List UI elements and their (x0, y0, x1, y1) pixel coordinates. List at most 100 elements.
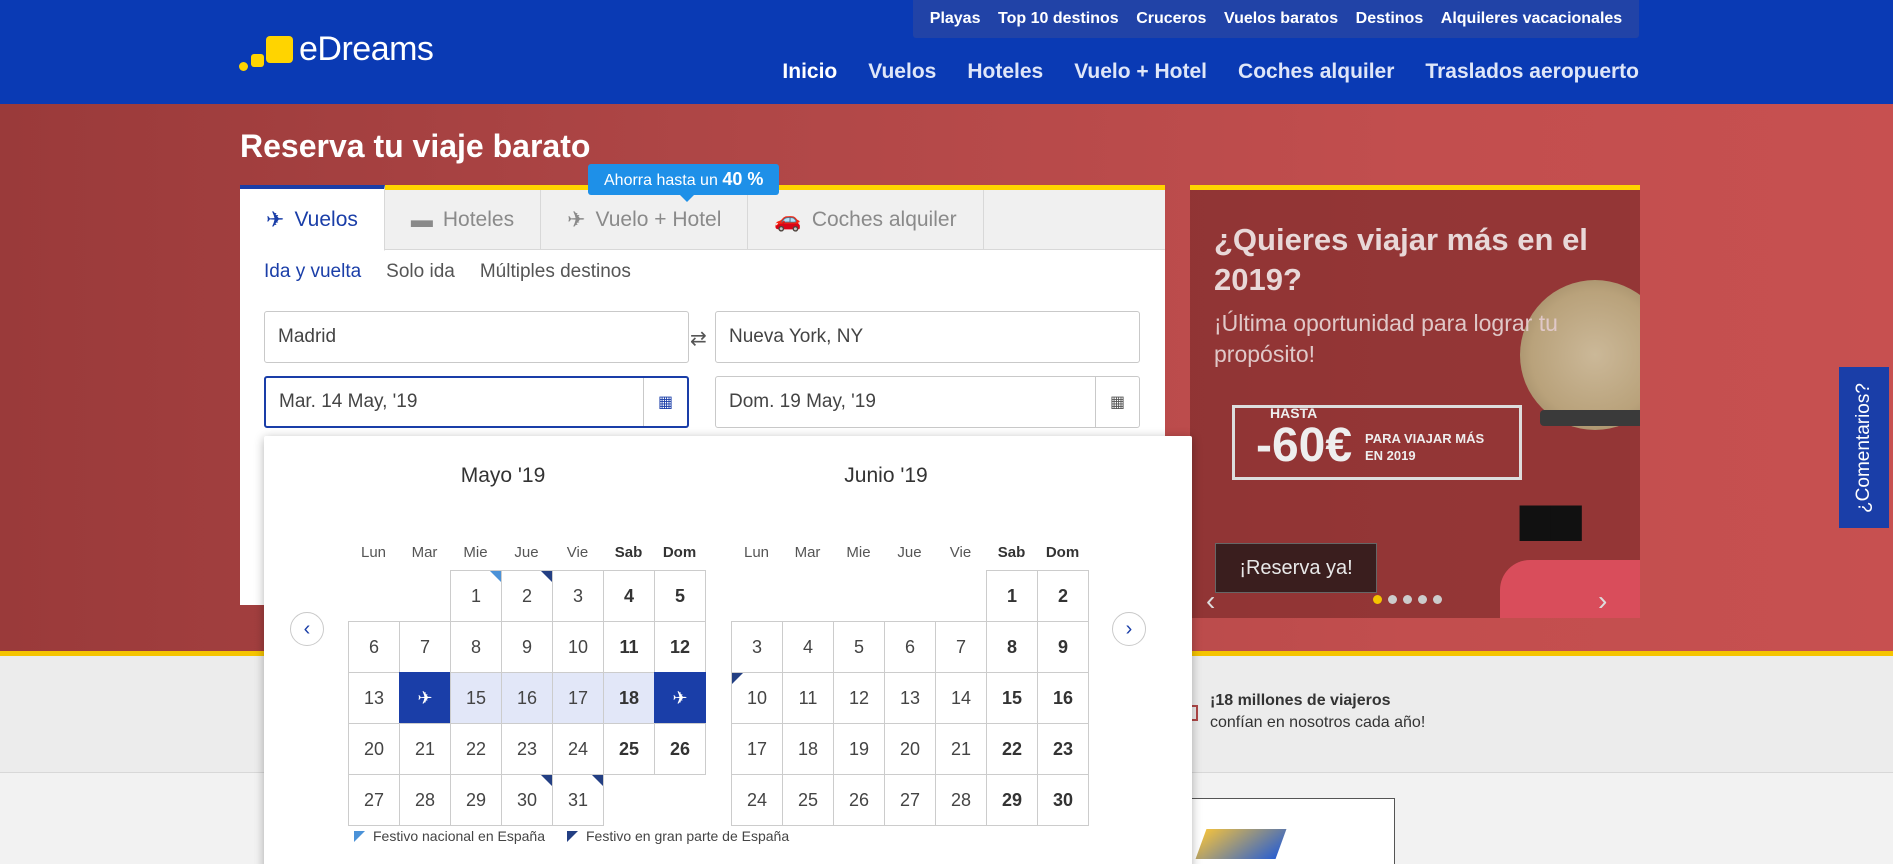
calendar-day[interactable]: 23 (501, 723, 553, 775)
calendar-day[interactable]: 23 (1037, 723, 1089, 775)
calendar-day[interactable]: 10 (731, 672, 783, 724)
calendar-day[interactable]: 28 (399, 774, 451, 826)
calendar-day[interactable]: 30 (1037, 774, 1089, 826)
calendar-day[interactable]: 16 (501, 672, 553, 724)
calendar-day[interactable]: 10 (552, 621, 604, 673)
calendar-day[interactable]: 14 (935, 672, 987, 724)
calendar-day[interactable]: 27 (884, 774, 936, 826)
calendar-day[interactable]: 1 (986, 570, 1038, 622)
calendar-icon[interactable]: ▦ (1095, 377, 1139, 427)
tab-vuelos[interactable]: ✈ Vuelos (240, 185, 385, 251)
tab-vuelo-hotel[interactable]: ✈ Vuelo + Hotel (541, 190, 749, 250)
calendar-day[interactable]: 8 (450, 621, 502, 673)
calendar-day[interactable]: 30 (501, 774, 553, 826)
carousel-dot[interactable] (1418, 595, 1427, 604)
trip-oneway[interactable]: Solo ida (386, 261, 455, 283)
calendar-day[interactable]: 28 (935, 774, 987, 826)
nav-coches[interactable]: Coches alquiler (1238, 60, 1394, 84)
calendar-day[interactable]: 15 (450, 672, 502, 724)
subnav-vuelos-baratos[interactable]: Vuelos baratos (1224, 10, 1338, 28)
nav-hoteles[interactable]: Hoteles (967, 60, 1043, 84)
calendar-day[interactable]: 25 (782, 774, 834, 826)
calendar-day[interactable]: 3 (731, 621, 783, 673)
calendar-day[interactable]: 29 (986, 774, 1038, 826)
calendar-day[interactable]: 29 (450, 774, 502, 826)
calendar-day[interactable]: 22 (450, 723, 502, 775)
calendar-day[interactable]: 13 (348, 672, 400, 724)
depart-date-field[interactable]: Mar. 14 May, '19 ▦ (264, 376, 689, 428)
swap-icon[interactable]: ⇄ (690, 326, 707, 351)
carousel-dot[interactable] (1403, 595, 1412, 604)
origin-input[interactable]: Madrid (264, 311, 689, 363)
calendar-day[interactable]: 6 (884, 621, 936, 673)
calendar-day[interactable]: 24 (552, 723, 604, 775)
subnav-top10[interactable]: Top 10 destinos (998, 10, 1119, 28)
calendar-day[interactable]: 20 (348, 723, 400, 775)
calendar-day[interactable]: 15 (986, 672, 1038, 724)
chevron-left-icon[interactable]: ‹ (1206, 585, 1215, 617)
subnav-destinos[interactable]: Destinos (1356, 10, 1424, 28)
calendar-day[interactable]: 24 (731, 774, 783, 826)
calendar-day[interactable]: 11 (782, 672, 834, 724)
calendar-day[interactable]: 26 (654, 723, 706, 775)
calendar-day[interactable]: 12 (654, 621, 706, 673)
book-now-button[interactable]: ¡Reserva ya! (1215, 543, 1377, 593)
calendar-day[interactable]: 7 (935, 621, 987, 673)
carousel-dot[interactable] (1388, 595, 1397, 604)
subnav-alquileres[interactable]: Alquileres vacacionales (1441, 10, 1622, 28)
calendar-day[interactable]: 18 (782, 723, 834, 775)
calendar-day[interactable]: 9 (1037, 621, 1089, 673)
nav-inicio[interactable]: Inicio (782, 60, 837, 84)
chevron-right-icon[interactable]: › (1112, 612, 1146, 646)
calendar-day[interactable]: 18 (603, 672, 655, 724)
calendar-day[interactable]: 8 (986, 621, 1038, 673)
nav-vuelos[interactable]: Vuelos (868, 60, 936, 84)
destination-input[interactable]: Nueva York, NY (715, 311, 1140, 363)
trip-round[interactable]: Ida y vuelta (264, 261, 361, 283)
calendar-day[interactable]: 4 (782, 621, 834, 673)
calendar-day[interactable]: 27 (348, 774, 400, 826)
calendar-day[interactable]: ✈ (399, 672, 451, 724)
tab-coches[interactable]: 🚗 Coches alquiler (748, 190, 984, 250)
carousel-dot[interactable] (1373, 595, 1382, 604)
nav-vuelo-hotel[interactable]: Vuelo + Hotel (1074, 60, 1207, 84)
calendar-day[interactable]: 31 (552, 774, 604, 826)
calendar-day[interactable]: 5 (654, 570, 706, 622)
calendar-day[interactable]: 2 (501, 570, 553, 622)
bottom-card[interactable] (1190, 798, 1395, 864)
edreams-logo[interactable]: eDreams (239, 30, 434, 73)
calendar-day[interactable]: 5 (833, 621, 885, 673)
calendar-day[interactable]: 26 (833, 774, 885, 826)
nav-traslados[interactable]: Traslados aeropuerto (1425, 60, 1639, 84)
calendar-day[interactable]: 1 (450, 570, 502, 622)
calendar-day[interactable]: 6 (348, 621, 400, 673)
calendar-day[interactable]: 4 (603, 570, 655, 622)
feedback-tab[interactable]: ¿Comentarios? (1839, 367, 1889, 528)
calendar-icon[interactable]: ▦ (643, 378, 687, 426)
calendar-day[interactable]: 25 (603, 723, 655, 775)
chevron-left-icon[interactable]: ‹ (290, 612, 324, 646)
calendar-day[interactable]: 3 (552, 570, 604, 622)
return-date-field[interactable]: Dom. 19 May, '19 ▦ (715, 376, 1140, 428)
calendar-day[interactable]: 13 (884, 672, 936, 724)
tab-hoteles[interactable]: ▬ Hoteles (385, 190, 542, 250)
carousel-dot[interactable] (1433, 595, 1442, 604)
calendar-day[interactable]: 17 (552, 672, 604, 724)
calendar-day[interactable]: 21 (935, 723, 987, 775)
calendar-day[interactable]: 20 (884, 723, 936, 775)
calendar-day[interactable]: 2 (1037, 570, 1089, 622)
calendar-day[interactable]: 22 (986, 723, 1038, 775)
side-promo[interactable]: ▆▆ ¿Quieres viajar más en el 2019? ¡Últi… (1190, 185, 1640, 618)
subnav-playas[interactable]: Playas (930, 10, 981, 28)
calendar-day[interactable]: ✈ (654, 672, 706, 724)
chevron-right-icon[interactable]: › (1598, 585, 1607, 617)
trip-multi[interactable]: Múltiples destinos (480, 261, 631, 283)
calendar-day[interactable]: 21 (399, 723, 451, 775)
calendar-day[interactable]: 9 (501, 621, 553, 673)
calendar-day[interactable]: 17 (731, 723, 783, 775)
calendar-day[interactable]: 16 (1037, 672, 1089, 724)
subnav-cruceros[interactable]: Cruceros (1136, 10, 1206, 28)
calendar-day[interactable]: 7 (399, 621, 451, 673)
calendar-day[interactable]: 12 (833, 672, 885, 724)
calendar-day[interactable]: 19 (833, 723, 885, 775)
